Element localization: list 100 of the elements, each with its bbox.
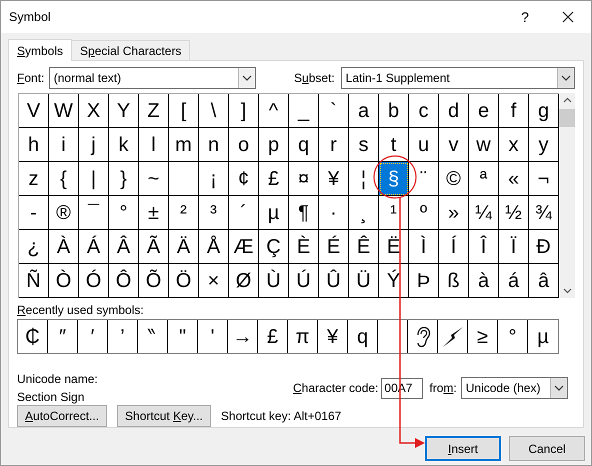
recent-symbol-cell[interactable]: → xyxy=(228,320,258,353)
symbol-cell[interactable]: Ð xyxy=(529,230,559,264)
symbol-cell[interactable]: e xyxy=(469,94,499,128)
symbol-cell[interactable]: ¥ xyxy=(319,162,349,196)
cancel-button[interactable]: Cancel xyxy=(509,436,585,461)
help-button[interactable]: ? xyxy=(505,1,545,33)
symbol-cell[interactable]: ¼ xyxy=(469,196,499,230)
symbol-cell[interactable]: { xyxy=(49,162,79,196)
recent-symbol-cell[interactable]: " xyxy=(168,320,198,353)
symbol-cell[interactable]: c xyxy=(409,94,439,128)
symbol-cell[interactable]: Y xyxy=(109,94,139,128)
symbol-cell[interactable]: × xyxy=(199,264,229,298)
symbol-cell[interactable]: ¬ xyxy=(529,162,559,196)
recent-symbol-cell[interactable]: ′ xyxy=(78,320,108,353)
symbol-cell[interactable]: » xyxy=(439,196,469,230)
symbol-cell[interactable]: È xyxy=(289,230,319,264)
symbol-cell[interactable]: } xyxy=(109,162,139,196)
recent-symbol-cell[interactable]: ' xyxy=(198,320,228,353)
symbol-cell[interactable]: X xyxy=(79,94,109,128)
symbol-cell[interactable]: â xyxy=(529,264,559,298)
symbol-cell[interactable]: Ç xyxy=(259,230,289,264)
symbol-cell[interactable]: ¶ xyxy=(289,196,319,230)
symbol-cell[interactable]: á xyxy=(499,264,529,298)
recent-symbol-cell[interactable]: π xyxy=(288,320,318,353)
symbol-cell[interactable]: k xyxy=(109,128,139,162)
symbol-cell[interactable]: | xyxy=(79,162,109,196)
symbol-cell[interactable]: h xyxy=(19,128,49,162)
subset-dropdown[interactable]: Latin-1 Supplement xyxy=(340,67,575,89)
symbol-cell[interactable]: Þ xyxy=(409,264,439,298)
symbol-cell[interactable]: ¾ xyxy=(529,196,559,230)
symbol-cell[interactable]: ] xyxy=(229,94,259,128)
symbol-cell[interactable]: ¢ xyxy=(229,162,259,196)
symbol-cell[interactable]: Z xyxy=(139,94,169,128)
symbol-cell[interactable]: n xyxy=(199,128,229,162)
symbol-cell[interactable]: - xyxy=(19,196,49,230)
symbol-cell[interactable]: t xyxy=(379,128,409,162)
symbol-cell[interactable]: Î xyxy=(469,230,499,264)
font-dropdown[interactable]: (normal text) xyxy=(48,67,256,89)
symbol-cell[interactable]: f xyxy=(499,94,529,128)
symbol-cell[interactable]: Ø xyxy=(229,264,259,298)
symbol-cell[interactable]: Í xyxy=(439,230,469,264)
symbol-cell[interactable]: Ù xyxy=(259,264,289,298)
tab[interactable]: Special Characters xyxy=(72,40,190,60)
symbol-cell[interactable]: _ xyxy=(289,94,319,128)
symbol-cell[interactable]: l xyxy=(139,128,169,162)
symbol-cell[interactable]: v xyxy=(439,128,469,162)
symbol-cell[interactable]: É xyxy=(319,230,349,264)
symbol-cell[interactable]: z xyxy=(19,162,49,196)
symbol-cell[interactable]: ° xyxy=(109,196,139,230)
symbol-cell[interactable]: r xyxy=(319,128,349,162)
scrollbar[interactable] xyxy=(559,93,575,298)
symbol-cell[interactable]: § xyxy=(379,162,409,196)
symbol-cell[interactable]: ß xyxy=(439,264,469,298)
symbol-cell[interactable]: \ xyxy=(199,94,229,128)
symbol-cell[interactable]: ¿ xyxy=(19,230,49,264)
from-dropdown[interactable]: Unicode (hex) xyxy=(460,377,568,399)
symbol-cell[interactable]: ¦ xyxy=(349,162,379,196)
symbol-cell[interactable]: b xyxy=(379,94,409,128)
symbol-cell[interactable]: ª xyxy=(469,162,499,196)
symbol-cell[interactable]: Õ xyxy=(139,264,169,298)
symbol-cell[interactable]: Ö xyxy=(169,264,199,298)
symbol-cell[interactable]: Ú xyxy=(289,264,319,298)
symbol-cell[interactable]: ¤ xyxy=(289,162,319,196)
symbol-cell[interactable]: d xyxy=(439,94,469,128)
recent-symbol-cell[interactable]: ‶ xyxy=(138,320,168,353)
symbol-cell[interactable]: ³ xyxy=(199,196,229,230)
insert-button[interactable]: Insert xyxy=(425,436,501,461)
symbol-cell[interactable]: ¨ xyxy=(409,162,439,196)
symbol-cell[interactable]: À xyxy=(49,230,79,264)
symbol-cell[interactable]: ¹ xyxy=(379,196,409,230)
shortcut-key-button[interactable]: Shortcut Key... xyxy=(117,405,211,427)
symbol-cell[interactable] xyxy=(169,162,199,196)
recent-symbol-cell[interactable]: £ xyxy=(258,320,288,353)
symbol-cell[interactable]: ` xyxy=(319,94,349,128)
symbol-cell[interactable]: ® xyxy=(49,196,79,230)
tab[interactable]: Symbols xyxy=(8,39,72,61)
symbol-cell[interactable]: Ñ xyxy=(19,264,49,298)
scroll-up-icon[interactable] xyxy=(562,97,572,103)
recent-symbol-cell[interactable]: µ xyxy=(528,320,558,353)
symbol-cell[interactable]: Å xyxy=(199,230,229,264)
symbol-cell[interactable]: ´ xyxy=(229,196,259,230)
symbol-cell[interactable]: s xyxy=(349,128,379,162)
symbol-cell[interactable]: ^ xyxy=(259,94,289,128)
recent-symbol-cell[interactable]: ≥ xyxy=(468,320,498,353)
symbol-cell[interactable]: y xyxy=(529,128,559,162)
symbol-cell[interactable]: Ï xyxy=(499,230,529,264)
symbol-cell[interactable]: Æ xyxy=(229,230,259,264)
symbol-cell[interactable]: ¸ xyxy=(349,196,379,230)
symbol-cell[interactable]: w xyxy=(469,128,499,162)
symbol-cell[interactable]: à xyxy=(469,264,499,298)
symbol-cell[interactable]: ² xyxy=(169,196,199,230)
recent-symbol-cell[interactable]: ° xyxy=(498,320,528,353)
symbol-cell[interactable]: m xyxy=(169,128,199,162)
symbol-cell[interactable]: ¡ xyxy=(199,162,229,196)
recent-symbol-cell[interactable]: ¥ xyxy=(318,320,348,353)
symbol-cell[interactable]: Ê xyxy=(349,230,379,264)
symbol-cell[interactable]: ~ xyxy=(139,162,169,196)
symbol-cell[interactable]: £ xyxy=(259,162,289,196)
symbol-cell[interactable]: Â xyxy=(109,230,139,264)
scroll-down-icon[interactable] xyxy=(562,288,572,294)
